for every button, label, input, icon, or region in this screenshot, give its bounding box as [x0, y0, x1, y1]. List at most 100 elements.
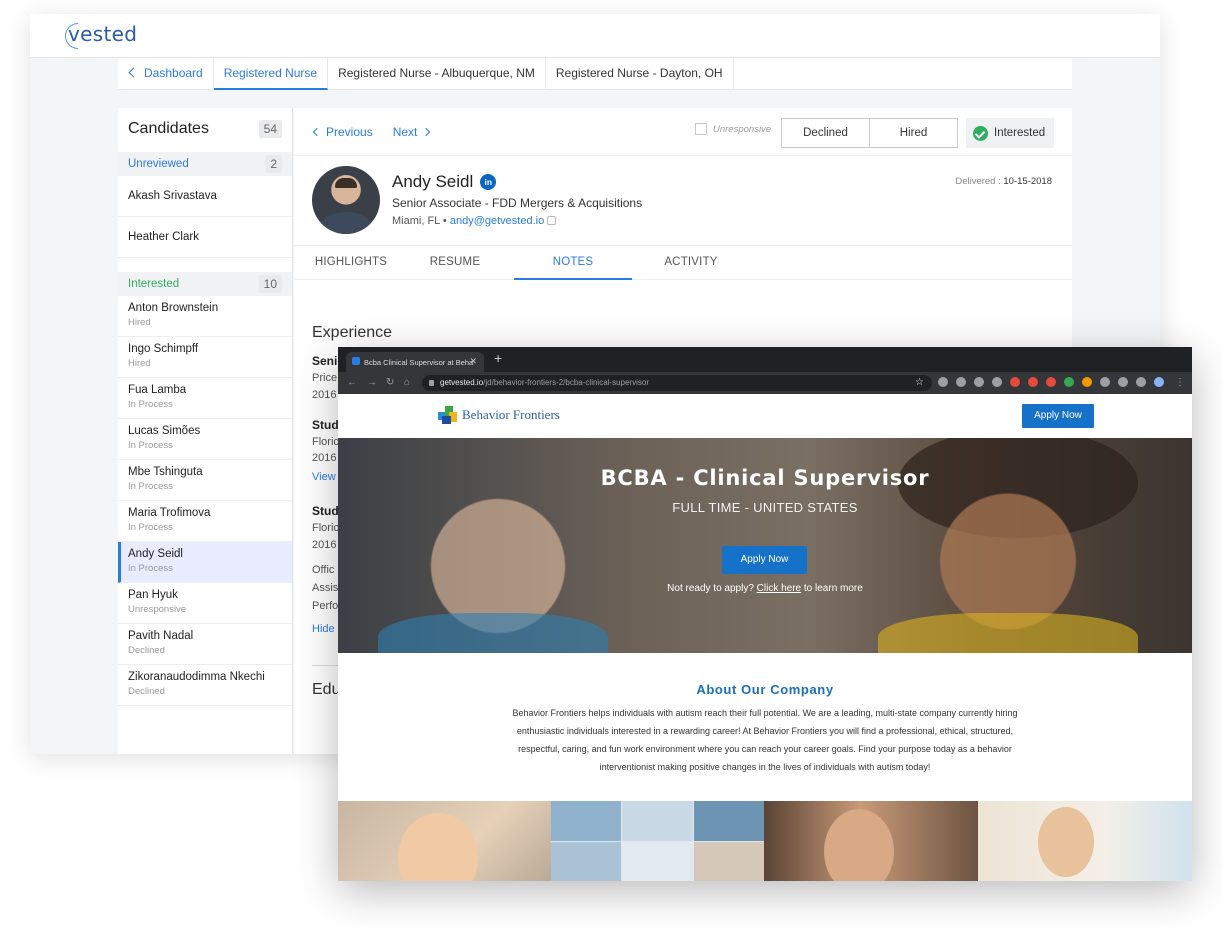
group-count: 2: [265, 155, 282, 173]
hide-link[interactable]: Hide: [312, 623, 335, 635]
browser-tab-title: Bcba Clinical Supervisor at Beha: [364, 358, 474, 367]
delivered-value: 10-15-2018: [1003, 176, 1052, 187]
next-button[interactable]: Next: [393, 125, 431, 139]
extension-icon[interactable]: [938, 377, 948, 387]
browser-window: Bcba Clinical Supervisor at Beha ✕ + ← →…: [338, 347, 1192, 881]
hero-photo-shirt: [878, 613, 1138, 653]
declined-button[interactable]: Declined: [781, 118, 870, 148]
previous-button[interactable]: Previous: [312, 125, 373, 139]
chevron-right-icon: [422, 127, 431, 136]
list-item[interactable]: Pavith Nadal Declined: [118, 624, 292, 665]
unresponsive-checkbox[interactable]: Unresponsive: [695, 123, 771, 135]
apply-now-header-button[interactable]: Apply Now: [1022, 404, 1094, 428]
reload-icon[interactable]: ↻: [386, 377, 394, 388]
list-item[interactable]: Akash Srivastava: [118, 176, 292, 217]
extension-icon[interactable]: [1100, 377, 1110, 387]
candidate-name: Heather Clark: [128, 231, 199, 243]
candidate-status: Hired: [128, 317, 151, 328]
group-count: 10: [258, 275, 282, 293]
new-tab-icon[interactable]: +: [494, 350, 502, 366]
browser-tab[interactable]: Bcba Clinical Supervisor at Beha ✕: [346, 352, 484, 372]
profile-avatar-icon[interactable]: [1154, 377, 1164, 387]
list-item[interactable]: Anton Brownstein Hired: [118, 296, 292, 337]
extension-icon[interactable]: [1028, 377, 1038, 387]
back-label: Dashboard: [144, 66, 203, 80]
experience-line: 2016: [312, 539, 337, 551]
url-input[interactable]: getvested.io/jd/behavior-frontiers-2/bcb…: [422, 375, 932, 391]
collage-tile: [693, 801, 764, 841]
copy-icon[interactable]: [547, 216, 557, 225]
collage-tile: [551, 801, 622, 841]
list-item[interactable]: Heather Clark: [118, 217, 292, 258]
apply-now-button[interactable]: Apply Now: [722, 546, 807, 574]
extension-icon[interactable]: [956, 377, 966, 387]
hired-button[interactable]: Hired: [870, 118, 958, 148]
list-item[interactable]: Zikoranaudodimma Nkechi Declined: [118, 665, 292, 706]
hero-banner: BCBA - Clinical Supervisor FULL TIME - U…: [338, 438, 1192, 653]
url-path: /jd/behavior-frontiers-2/bcba-clinical-s…: [483, 378, 649, 387]
candidates-title: Candidates: [128, 120, 209, 137]
photo-teacher: [978, 801, 1192, 881]
close-icon[interactable]: ✕: [469, 356, 477, 367]
candidate-title: Senior Associate - FDD Mergers & Acquisi…: [392, 196, 643, 210]
candidates-count: 54: [258, 120, 282, 138]
candidate-email[interactable]: andy@getvested.io: [450, 215, 544, 227]
home-icon[interactable]: ⌂: [404, 377, 410, 388]
group-interested[interactable]: Interested 10: [118, 272, 292, 296]
profile-name: Andy Seidl: [392, 172, 474, 191]
extension-icon[interactable]: [1082, 377, 1092, 387]
candidate-name: Andy Seidl: [128, 548, 183, 560]
group-unreviewed[interactable]: Unreviewed 2: [118, 152, 292, 176]
back-to-dashboard[interactable]: Dashboard: [118, 58, 214, 90]
tab-notes[interactable]: NOTES: [514, 246, 632, 280]
list-item-selected[interactable]: Andy Seidl In Process: [118, 542, 292, 583]
candidate-status: Unresponsive: [128, 604, 187, 615]
extension-icon[interactable]: [1136, 377, 1146, 387]
candidate-location: Miami, FL •: [392, 215, 450, 227]
candidate-name: Akash Srivastava: [128, 190, 217, 202]
tab-resume[interactable]: RESUME: [396, 246, 514, 280]
site-header: Behavior Frontiers Apply Now: [338, 394, 1192, 438]
list-item[interactable]: Pan Hyuk Unresponsive: [118, 583, 292, 624]
list-item[interactable]: Mbe Tshinguta In Process: [118, 460, 292, 501]
star-icon[interactable]: ☆: [915, 377, 924, 388]
extension-icon[interactable]: [992, 377, 1002, 387]
experience-line: Price: [312, 372, 338, 384]
checkbox-icon[interactable]: [695, 123, 707, 135]
list-item[interactable]: Lucas Simões In Process: [118, 419, 292, 460]
profile-tabs: HIGHLIGHTS RESUME NOTES ACTIVITY: [294, 246, 1072, 280]
extension-icon[interactable]: [1118, 377, 1128, 387]
tab-registered-nurse-albuquerque[interactable]: Registered Nurse - Albuquerque, NM: [328, 58, 546, 90]
back-arrow-icon[interactable]: ←: [347, 377, 357, 388]
linkedin-icon[interactable]: in: [480, 174, 497, 190]
menu-dots-icon[interactable]: ⋮: [1175, 377, 1185, 388]
extension-icon[interactable]: [974, 377, 984, 387]
extension-icon[interactable]: [1046, 377, 1056, 387]
experience-line: Floric: [312, 522, 339, 534]
candidate-name: Anton Brownstein: [128, 302, 219, 314]
vested-logo[interactable]: vested: [59, 17, 137, 55]
candidate-name: Ingo Schimpff: [128, 343, 199, 355]
tab-highlights[interactable]: HIGHLIGHTS: [306, 246, 396, 280]
forward-arrow-icon[interactable]: →: [367, 377, 377, 388]
education-title: Edu: [312, 681, 341, 698]
app-header: vested: [30, 14, 1160, 58]
collage-tile: [693, 841, 764, 881]
list-item[interactable]: Maria Trofimova In Process: [118, 501, 292, 542]
chevron-left-icon: [128, 67, 139, 78]
view-link[interactable]: View: [312, 471, 336, 483]
tab-registered-nurse-dayton[interactable]: Registered Nurse - Dayton, OH: [546, 58, 734, 90]
list-item[interactable]: Ingo Schimpff Hired: [118, 337, 292, 378]
chevron-left-icon: [312, 127, 322, 136]
grammarly-icon[interactable]: [1064, 377, 1074, 387]
candidate-toolbar: Previous Next Unresponsive Declined Hire…: [294, 108, 1072, 156]
extension-icon[interactable]: [1010, 377, 1020, 387]
url-host: getvested.io: [440, 378, 484, 387]
behavior-frontiers-logo[interactable]: Behavior Frontiers: [438, 406, 560, 424]
list-item[interactable]: Fua Lamba In Process: [118, 378, 292, 419]
tab-activity[interactable]: ACTIVITY: [632, 246, 750, 280]
tab-registered-nurse[interactable]: Registered Nurse: [213, 58, 329, 90]
candidate-status: In Process: [128, 399, 173, 410]
click-here-link[interactable]: Click here: [757, 583, 801, 594]
interested-button[interactable]: Interested: [966, 118, 1054, 148]
